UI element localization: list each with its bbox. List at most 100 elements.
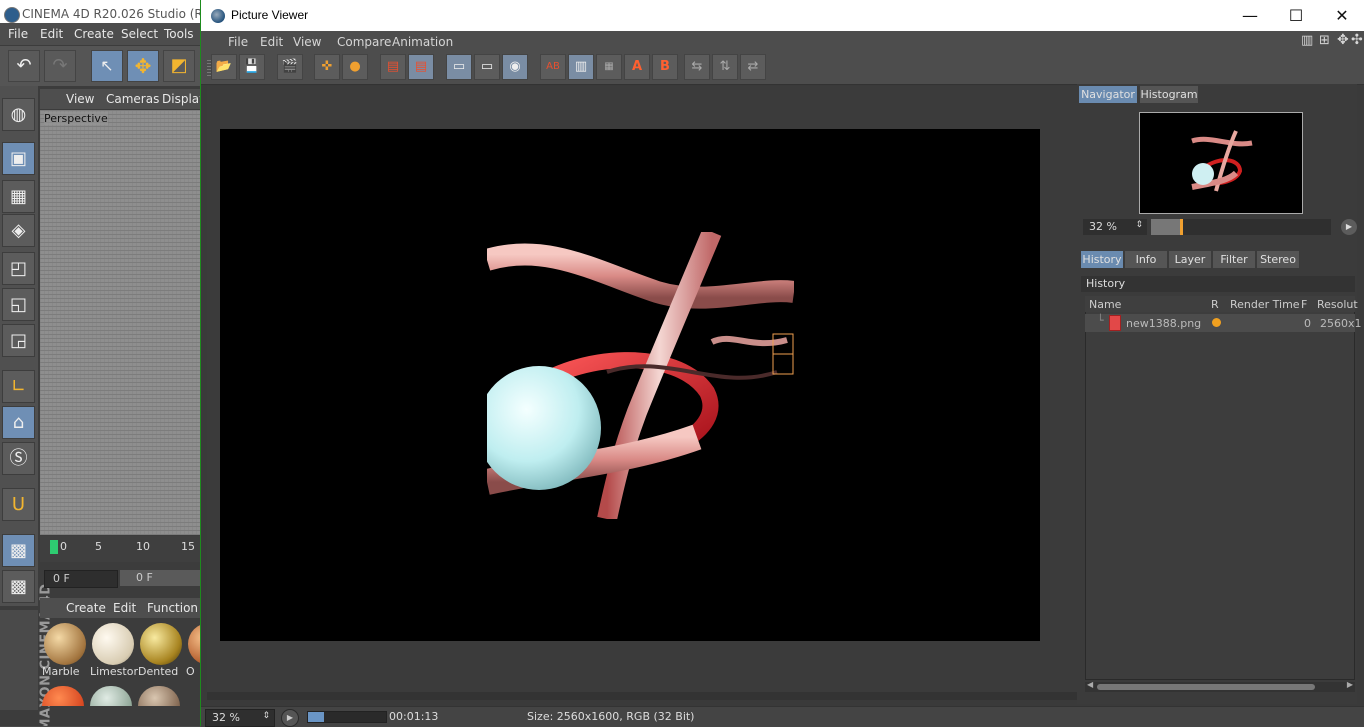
tab-info[interactable]: Info — [1125, 251, 1167, 268]
play-icon[interactable]: ▶ — [281, 709, 299, 727]
tab-history[interactable]: History — [1081, 251, 1123, 268]
render-time: 00:01:13 — [389, 710, 439, 723]
material-name: Marble — [42, 665, 80, 678]
menu-compare[interactable]: Compare — [337, 35, 391, 49]
timeline-playhead[interactable] — [50, 540, 58, 554]
move-tool-icon[interactable]: ✥ — [127, 50, 159, 82]
zoom-fit-icon[interactable]: ▭ — [446, 54, 472, 80]
tab-filter[interactable]: Filter — [1213, 251, 1255, 268]
c4d-menu-select[interactable]: Select — [121, 27, 158, 41]
expand-panel-icon[interactable]: ✣ — [1351, 32, 1363, 48]
ab-split-icon[interactable]: ▥ — [568, 54, 594, 80]
move-panel-icon[interactable]: ✥ — [1337, 32, 1349, 48]
navigator-slider-knob[interactable] — [1179, 219, 1183, 235]
swap-ab-icon[interactable]: ⇆ — [684, 54, 710, 80]
c4d-menu-tools[interactable]: Tools — [164, 27, 194, 41]
save-as-icon[interactable]: 💾 — [239, 54, 265, 80]
user-region-icon[interactable]: ● — [342, 54, 368, 80]
undo-icon[interactable]: ↶ — [8, 50, 40, 82]
viewport-menu-cameras[interactable]: Cameras — [106, 92, 159, 106]
menu-file[interactable]: File — [228, 35, 248, 49]
tab-layer[interactable]: Layer — [1169, 251, 1211, 268]
timeline[interactable]: 0 5 10 15 — [40, 536, 202, 562]
current-frame-field[interactable]: 0 F — [44, 570, 118, 588]
c4d-menu-create[interactable]: Create — [74, 27, 114, 41]
maximize-button[interactable]: ☐ — [1273, 0, 1319, 31]
scroll-right-icon[interactable]: ▶ — [1347, 680, 1353, 689]
scale-tool-icon[interactable]: ◩ — [163, 50, 195, 82]
minimize-button[interactable]: — — [1227, 0, 1273, 31]
zoom-view-icon[interactable]: ▭ — [474, 54, 500, 80]
perspective-viewport[interactable] — [40, 110, 202, 535]
history-list[interactable] — [1085, 296, 1355, 680]
workplane-icon[interactable]: ◈ — [2, 214, 35, 247]
history-scroll-thumb[interactable] — [1097, 684, 1315, 690]
crosshair-region-icon[interactable]: ✜ — [314, 54, 340, 80]
menu-view[interactable]: View — [293, 35, 321, 49]
material-swatch[interactable]: Marble — [42, 621, 88, 681]
paste-frame-icon[interactable]: ▤ — [408, 54, 434, 80]
globe-icon[interactable]: ◍ — [2, 98, 35, 131]
axis-icon[interactable]: ∟ — [2, 370, 35, 403]
zoom-user-icon[interactable]: ◉ — [502, 54, 528, 80]
close-button[interactable]: ✕ — [1319, 0, 1364, 31]
scroll-left-icon[interactable]: ◀ — [1087, 680, 1093, 689]
layout-split-icon[interactable]: ⊞ — [1319, 33, 1330, 48]
navigator-zoom-slider[interactable] — [1151, 219, 1331, 235]
history-row[interactable]: └ new1388.png 0 2560x1 — [1085, 314, 1362, 332]
navigator-thumbnail[interactable] — [1139, 112, 1303, 214]
column-render-time[interactable]: Render Time — [1230, 298, 1300, 311]
material-swatch[interactable]: Dented — [138, 621, 184, 681]
open-file-icon[interactable]: 📂 — [211, 54, 237, 80]
tab-stereo[interactable]: Stereo — [1257, 251, 1299, 268]
select-tool-icon[interactable]: ↖ — [91, 50, 123, 82]
tree-line-icon: └ — [1097, 314, 1104, 327]
column-resolution[interactable]: Resolut — [1317, 298, 1358, 311]
c4d-menu-file[interactable]: File — [8, 27, 28, 41]
menu-edit[interactable]: Edit — [260, 35, 283, 49]
history-horizontal-scrollbar[interactable]: ◀ ▶ — [1085, 680, 1355, 692]
tab-histogram[interactable]: Histogram — [1140, 86, 1198, 103]
navigator-menu-arrow-icon[interactable]: ▶ — [1341, 219, 1357, 235]
layout-panel-icon[interactable]: ▥ — [1301, 33, 1313, 48]
viewport-menu-view[interactable]: View — [66, 92, 94, 106]
snap-s-icon[interactable]: Ⓢ — [2, 442, 35, 475]
lock-grid-icon[interactable]: ▩ — [2, 534, 35, 567]
zoom-field[interactable]: 32 % ⇕ — [205, 709, 275, 727]
set-b-button[interactable]: B — [652, 54, 678, 80]
material-menu-create[interactable]: Create — [66, 601, 106, 615]
points-mode-icon[interactable]: ◰ — [2, 252, 35, 285]
min-frame-field[interactable]: 0 F — [120, 570, 202, 586]
material-swatch[interactable] — [138, 686, 180, 706]
swap-diagonal-icon[interactable]: ⇄ — [740, 54, 766, 80]
material-menu-edit[interactable]: Edit — [113, 601, 136, 615]
ab-compare-icon[interactable]: AB — [540, 54, 566, 80]
column-name[interactable]: Name — [1089, 298, 1121, 311]
material-menu-function[interactable]: Function — [147, 601, 198, 615]
history-file-name: new1388.png — [1126, 317, 1202, 330]
material-swatch[interactable]: Limestor — [90, 621, 138, 681]
edges-mode-icon[interactable]: ◱ — [2, 288, 35, 321]
column-r[interactable]: R — [1211, 298, 1219, 311]
column-frame[interactable]: F — [1301, 298, 1307, 311]
viewport-menu-display[interactable]: Display — [162, 92, 202, 106]
set-a-button[interactable]: A — [624, 54, 650, 80]
polygons-mode-icon[interactable]: ◲ — [2, 324, 35, 357]
navigator-zoom-field[interactable]: 32 % ⇕ — [1083, 219, 1147, 235]
magnet-icon[interactable]: U — [2, 488, 35, 521]
swap-vertical-icon[interactable]: ⇅ — [712, 54, 738, 80]
zoom-stepper-icon[interactable]: ⇕ — [262, 711, 270, 721]
tab-navigator[interactable]: Navigator — [1079, 86, 1137, 103]
ab-diff-icon[interactable]: ▦ — [596, 54, 622, 80]
redo-icon[interactable]: ↷ — [44, 50, 76, 82]
material-swatch[interactable] — [90, 686, 132, 706]
texture-mode-icon[interactable]: ▦ — [2, 180, 35, 213]
copy-frame-icon[interactable]: ▤ — [380, 54, 406, 80]
tweak-mouse-icon[interactable]: ⌂ — [2, 406, 35, 439]
c4d-menu-edit[interactable]: Edit — [40, 27, 63, 41]
grid-sync-icon[interactable]: ▩ — [2, 570, 35, 603]
zoom-stepper-icon[interactable]: ⇕ — [1135, 220, 1143, 230]
menu-animation[interactable]: Animation — [392, 35, 453, 49]
model-mode-icon[interactable]: ▣ — [2, 142, 35, 175]
render-clapper-icon[interactable]: 🎬 — [277, 54, 303, 80]
